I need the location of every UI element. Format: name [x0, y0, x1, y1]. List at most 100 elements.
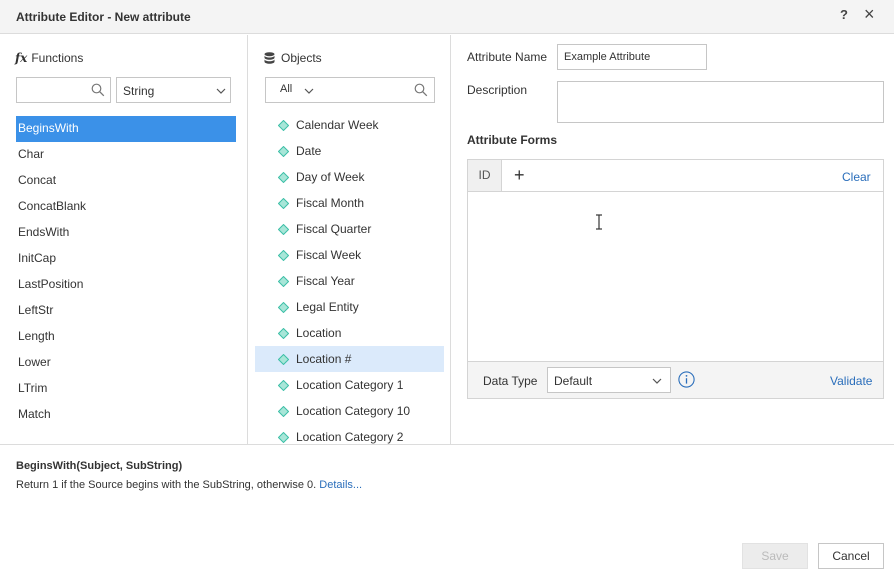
objects-heading: Objects [264, 51, 322, 65]
object-item[interactable]: Location Category 2 [255, 424, 444, 444]
function-item[interactable]: ConcatBlank [16, 194, 236, 220]
description-label: Description [467, 83, 528, 97]
function-description: Return 1 if the Source begins with the S… [16, 479, 362, 491]
data-type-select[interactable]: Default [547, 367, 671, 393]
function-search-input[interactable] [17, 78, 77, 102]
function-list: BeginsWith Char Concat ConcatBlank EndsWith I… [16, 116, 236, 428]
clear-link[interactable]: Clear [842, 170, 871, 184]
attribute-diamond-icon [278, 250, 289, 261]
function-item[interactable]: BeginsWith [16, 116, 236, 142]
attribute-diamond-icon [278, 198, 289, 209]
object-item[interactable]: Fiscal Month [255, 190, 444, 216]
function-item[interactable]: LTrim [16, 376, 236, 402]
function-item[interactable]: Length [16, 324, 236, 350]
attribute-diamond-icon [278, 276, 289, 287]
attribute-forms-box: ID + Clear Data Type Default Validate [467, 159, 884, 399]
object-item[interactable]: Fiscal Week [255, 242, 444, 268]
function-signature: BeginsWith(Subject, SubString) [16, 460, 183, 472]
title-bar: Attribute Editor - New attribute ? × [0, 0, 894, 34]
search-icon[interactable] [91, 83, 105, 97]
functions-heading: fx Functions [15, 51, 83, 65]
function-item[interactable]: LeftStr [16, 298, 236, 324]
object-item-label: Location Category 10 [296, 404, 411, 418]
attribute-forms-heading: Attribute Forms [467, 133, 557, 147]
object-item-label: Location Category 1 [296, 378, 404, 392]
object-item[interactable]: Fiscal Quarter [255, 216, 444, 242]
object-item[interactable]: Calendar Week [255, 112, 444, 138]
description-input[interactable] [557, 81, 884, 123]
object-item-label: Calendar Week [296, 118, 379, 132]
attribute-diamond-icon [278, 380, 289, 391]
object-item[interactable]: Location Category 10 [255, 398, 444, 424]
data-type-value: Default [554, 374, 593, 388]
function-search-box[interactable] [16, 77, 111, 103]
close-button[interactable]: × [864, 4, 875, 25]
function-item[interactable]: Concat [16, 168, 236, 194]
function-description-text: Return 1 if the Source begins with the S… [16, 479, 317, 491]
object-item[interactable]: Day of Week [255, 164, 444, 190]
function-item[interactable]: Lower [16, 350, 236, 376]
attribute-diamond-icon [278, 328, 289, 339]
attribute-diamond-icon [278, 172, 289, 183]
object-item-label: Fiscal Year [296, 274, 355, 288]
add-form-button[interactable]: + [514, 166, 525, 184]
object-item-label: Date [296, 144, 322, 158]
objects-heading-label: Objects [281, 51, 322, 65]
function-item[interactable]: EndsWith [16, 220, 236, 246]
attribute-diamond-icon [278, 406, 289, 417]
data-type-label: Data Type [483, 374, 538, 388]
formula-editor[interactable] [468, 192, 883, 361]
function-item[interactable]: LastPosition [16, 272, 236, 298]
attribute-diamond-icon [278, 432, 289, 443]
object-item-label: Fiscal Month [296, 196, 365, 210]
object-item-label: Legal Entity [296, 300, 359, 314]
attribute-panel: Attribute Name Description Attribute For… [451, 35, 894, 444]
validate-link[interactable]: Validate [830, 374, 872, 388]
function-item[interactable]: Char [16, 142, 236, 168]
search-icon[interactable] [414, 83, 428, 97]
attribute-diamond-icon [278, 224, 289, 235]
object-item-label: Location [296, 326, 342, 340]
fx-icon: fx [15, 51, 28, 65]
cancel-button[interactable]: Cancel [818, 543, 884, 569]
chevron-down-icon[interactable] [304, 88, 314, 94]
function-help-panel: BeginsWith(Subject, SubString) Return 1 … [0, 444, 894, 582]
attribute-diamond-icon [278, 302, 289, 313]
function-item[interactable]: InitCap [16, 246, 236, 272]
forms-toolbar: ID + Clear [468, 160, 883, 192]
object-item[interactable]: Date [255, 138, 444, 164]
attribute-name-label: Attribute Name [467, 50, 548, 64]
object-item-label: Location # [296, 352, 352, 366]
chevron-down-icon [652, 378, 662, 384]
function-item[interactable]: Match [16, 402, 236, 428]
text-cursor-icon [596, 214, 602, 230]
object-item[interactable]: Fiscal Year [255, 268, 444, 294]
tab-id[interactable]: ID [468, 160, 502, 191]
object-item-label: Fiscal Week [296, 248, 362, 262]
object-list: Calendar Week Date Day of Week Fiscal Month… [255, 112, 444, 444]
chevron-down-icon [216, 88, 226, 94]
functions-panel: fx Functions String BeginsWith Char Concat C… [0, 35, 248, 444]
attribute-name-input[interactable] [557, 44, 707, 70]
details-link[interactable]: Details... [319, 479, 362, 491]
function-category-select[interactable]: String [116, 77, 231, 103]
object-filter-value[interactable]: All [280, 83, 292, 95]
attribute-diamond-icon [278, 120, 289, 131]
functions-heading-label: Functions [31, 51, 84, 65]
object-item[interactable]: Location # [255, 346, 444, 372]
forms-footer: Data Type Default Validate [468, 361, 883, 398]
object-search-box[interactable]: All [265, 77, 435, 103]
info-icon[interactable] [678, 371, 695, 388]
help-button[interactable]: ? [840, 7, 848, 22]
save-button[interactable]: Save [742, 543, 808, 569]
dialog-title: Attribute Editor - New attribute [16, 10, 191, 24]
object-item-label: Day of Week [296, 170, 365, 184]
database-icon [264, 52, 275, 64]
object-item[interactable]: Location [255, 320, 444, 346]
object-item[interactable]: Legal Entity [255, 294, 444, 320]
object-item-label: Fiscal Quarter [296, 222, 372, 236]
object-item[interactable]: Location Category 1 [255, 372, 444, 398]
attribute-diamond-icon [278, 146, 289, 157]
attribute-diamond-icon [278, 354, 289, 365]
object-item-label: Location Category 2 [296, 430, 404, 444]
